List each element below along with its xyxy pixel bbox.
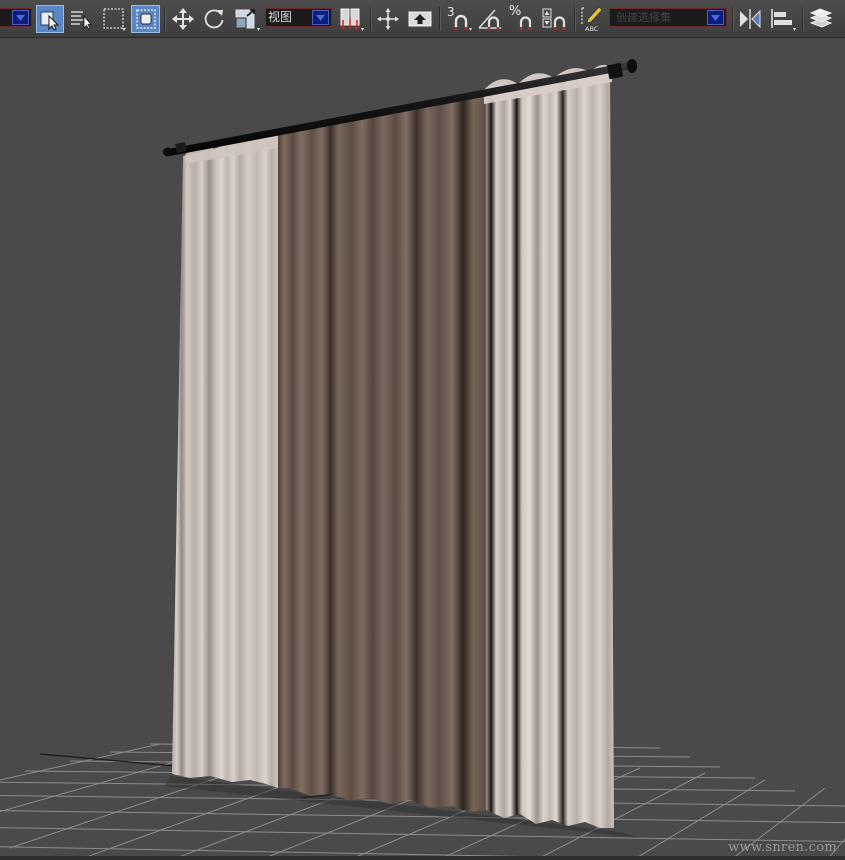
select-and-manipulate-button[interactable] [374,5,402,33]
layer-manager-button[interactable] [806,5,836,33]
toolbar-separator [164,7,166,31]
perspective-viewport[interactable]: www.snren.com [0,38,845,860]
select-and-rotate-button[interactable] [200,5,228,33]
curtain-right-panel [486,68,614,828]
spinner-snap-icon [542,8,566,30]
scale-icon [235,9,260,31]
toolbar-separator [439,7,441,31]
toolbar-separator [802,7,804,31]
selection-filter-dropdown[interactable] [0,8,32,27]
percent-snap-label: % [509,4,522,19]
dropdown-arrow-icon [707,10,724,25]
window-crossing-button[interactable] [131,5,160,33]
pivot-point-center-button[interactable] [336,5,366,33]
toolbar-separator [574,7,576,31]
rectangular-selection-button[interactable] [99,5,129,33]
select-and-move-button[interactable] [169,5,197,33]
scene-render [0,59,845,860]
curtain-middle-panel [278,93,488,812]
move-icon [172,8,194,30]
rotate-icon [204,9,224,29]
named-selection-set-value: 创建选择集 [616,11,671,24]
select-by-name-button[interactable] [67,5,97,33]
select-by-name-icon [71,11,92,30]
keyboard-override-icon [408,11,432,27]
rectangle-selection-icon [103,8,126,31]
snaps-toggle-button[interactable]: 3 [444,5,474,33]
watermark-text: www.snren.com [728,840,837,855]
align-icon [771,9,796,31]
main-toolbar: 视图 3 % ABC 创建选择集 [0,0,845,38]
mirror-button[interactable] [736,5,764,33]
percent-snap-button[interactable]: % [508,5,538,33]
spinner-snap-button[interactable] [540,5,570,33]
toolbar-separator [732,7,734,31]
select-and-scale-button[interactable] [232,5,262,33]
angle-snap-button[interactable] [476,5,506,33]
manipulate-icon [377,8,399,30]
reference-coordinate-value: 视图 [268,10,293,24]
select-cursor-icon [40,11,60,30]
edit-named-selection-button[interactable]: ABC [578,5,606,33]
pivot-center-icon [340,8,364,31]
dropdown-arrow-icon [312,10,329,25]
named-selection-set-dropdown[interactable]: 创建选择集 [609,8,727,27]
layers-icon [809,8,833,28]
angle-snap-icon [478,9,501,30]
viewport-bottom-border [0,856,845,860]
window-crossing-icon [135,9,156,29]
mirror-icon [740,9,761,29]
snap-dimension-label: 3 [447,5,455,19]
dropdown-arrow-icon [12,10,29,25]
curtain-left-panel [172,133,278,788]
reference-coordinate-dropdown[interactable]: 视图 [265,8,332,27]
svg-text:ABC: ABC [585,25,599,33]
toolbar-separator [370,7,372,31]
align-button[interactable] [768,5,798,33]
select-object-button[interactable] [36,5,64,33]
keyboard-shortcut-override-button[interactable] [405,5,435,33]
pencil-abc-icon: ABC [581,6,603,33]
